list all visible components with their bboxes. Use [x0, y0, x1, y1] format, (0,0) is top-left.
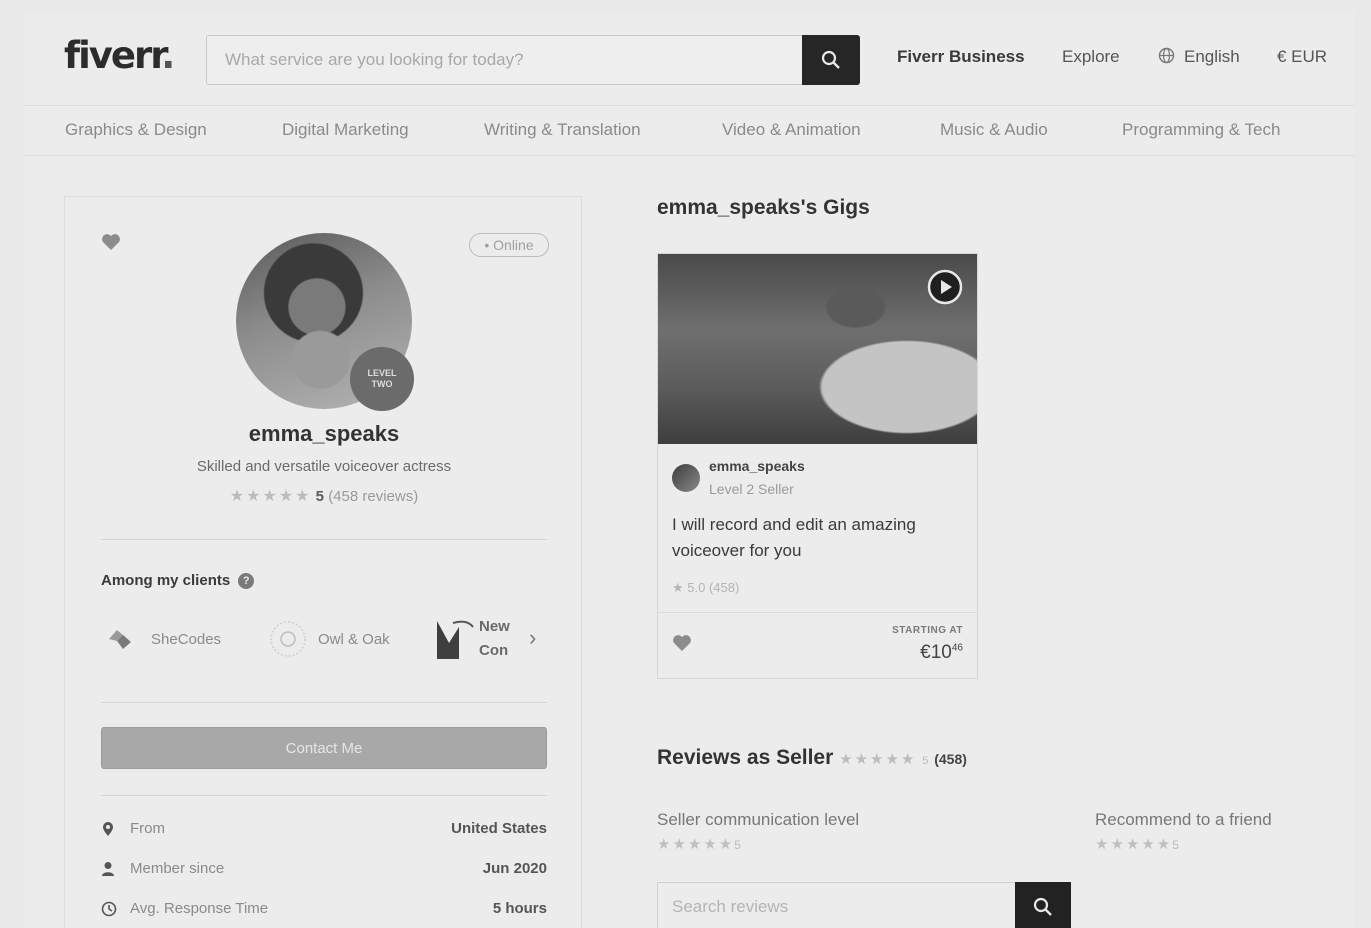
- shecodes-logo-icon: [101, 619, 141, 659]
- sub-rating-label: Recommend to a friend: [1095, 810, 1272, 829]
- search-button[interactable]: [802, 35, 860, 85]
- category-bar: Graphics & Design Digital Marketing Writ…: [24, 106, 1354, 156]
- seller-level: Level 2 Seller: [709, 481, 794, 497]
- globe-icon: [1158, 47, 1175, 64]
- rating-value: 5: [315, 488, 325, 505]
- profile-tagline: Skilled and versatile voiceover actress: [196, 458, 452, 475]
- reviews-count: (458): [934, 751, 967, 767]
- search-icon: [1033, 897, 1052, 916]
- gig-favorite-heart-icon[interactable]: [672, 634, 692, 652]
- stars-icon: ★★★★★: [657, 836, 735, 853]
- help-icon[interactable]: ?: [238, 573, 255, 589]
- reviews-rating: 5: [922, 755, 929, 767]
- reviews-stars-icon: ★★★★★: [839, 751, 917, 768]
- nav-language[interactable]: English: [1158, 47, 1240, 67]
- contact-me-button[interactable]: Contact Me: [101, 727, 547, 769]
- search-icon: [821, 50, 840, 69]
- nav-explore[interactable]: Explore: [1062, 47, 1120, 67]
- price-main: €10: [920, 642, 952, 663]
- info-value: Jun 2020: [482, 860, 547, 877]
- main-search: [206, 35, 860, 85]
- sub-rating-value: 5: [1172, 838, 1179, 852]
- client-owl-oak: Owl & Oak: [268, 615, 390, 663]
- online-status-badge: • Online: [469, 233, 549, 257]
- favorite-heart-icon[interactable]: [101, 233, 121, 251]
- profile-username[interactable]: emma_speaks: [65, 421, 583, 447]
- level-badge-line1: LEVEL: [367, 368, 397, 378]
- sub-rating-stars: ★★★★★5: [657, 835, 741, 853]
- clock-icon: [101, 901, 117, 917]
- reviews-search: [657, 882, 1071, 928]
- seller-avatar: [672, 464, 700, 492]
- divider: [101, 539, 547, 540]
- stars-icon: ★★★★★: [1095, 836, 1173, 853]
- clients-title-text: Among my clients: [101, 572, 231, 589]
- new-con-logo-icon: [435, 619, 475, 659]
- gig-thumbnail[interactable]: [658, 254, 977, 444]
- divider: [101, 702, 547, 703]
- info-row-member-since: Member since Jun 2020: [101, 860, 547, 882]
- page-frame: fiverr. Fiverr Business Explore English …: [24, 12, 1354, 928]
- info-label: Member since: [130, 860, 225, 877]
- profile-card: • Online LEVEL TWO emma_speaks Skilled a…: [64, 196, 582, 928]
- client-name: New Con: [479, 618, 510, 659]
- rating-stars-icon: ★★★★★: [229, 488, 312, 505]
- fiverr-logo[interactable]: fiverr.: [64, 34, 175, 77]
- info-value: 5 hours: [492, 900, 547, 917]
- category-digital-marketing[interactable]: Digital Marketing: [282, 120, 409, 140]
- category-music-audio[interactable]: Music & Audio: [940, 120, 1048, 140]
- profile-rating: ★★★★★ 5 (458 reviews): [65, 486, 583, 506]
- starting-at-label: STARTING AT: [892, 625, 963, 636]
- gig-price: €1046: [920, 642, 963, 664]
- reviews-header: Reviews as Seller ★★★★★ 5 (458): [657, 746, 967, 770]
- gig-card[interactable]: emma_speaks Level 2 Seller I will record…: [657, 253, 978, 679]
- client-new-con: New Con: [435, 615, 517, 663]
- category-graphics-design[interactable]: Graphics & Design: [65, 120, 207, 140]
- info-value: United States: [451, 820, 547, 837]
- play-video-icon[interactable]: [926, 268, 964, 306]
- nav-language-label: English: [1184, 47, 1240, 66]
- nav-currency[interactable]: € EUR: [1277, 47, 1327, 67]
- seller-name[interactable]: emma_speaks: [709, 458, 805, 474]
- location-pin-icon: [103, 822, 113, 836]
- gig-title-link[interactable]: I will record and edit an amazing voiceo…: [672, 512, 968, 564]
- reviews-search-input[interactable]: [658, 883, 1016, 928]
- category-writing-translation[interactable]: Writing & Translation: [484, 120, 641, 140]
- category-programming-tech[interactable]: Programming & Tech: [1122, 120, 1280, 140]
- info-label: Avg. Response Time: [130, 900, 269, 917]
- client-name: SheCodes: [151, 630, 222, 648]
- nav-fiverr-business[interactable]: Fiverr Business: [897, 47, 1025, 67]
- gigs-title: emma_speaks's Gigs: [657, 196, 870, 219]
- reviews-search-button[interactable]: [1015, 882, 1071, 928]
- divider: [101, 795, 547, 796]
- info-row-response-time: Avg. Response Time 5 hours: [101, 900, 547, 922]
- logo-text: fiverr: [64, 34, 163, 77]
- level-badge: LEVEL TWO: [350, 347, 414, 411]
- sub-rating-label: Seller communication level: [657, 810, 860, 829]
- review-count[interactable]: (458 reviews): [328, 488, 418, 505]
- chevron-right-icon[interactable]: ›: [529, 625, 536, 651]
- sub-rating-value: 5: [734, 838, 741, 852]
- logo-dot: .: [161, 34, 175, 77]
- gig-rating: ★ 5.0 (458): [672, 580, 740, 595]
- sub-rating-stars: ★★★★★5: [1095, 835, 1179, 853]
- info-row-from: From United States: [101, 820, 547, 842]
- reviews-title: Reviews as Seller: [657, 746, 834, 769]
- search-input[interactable]: [207, 36, 803, 84]
- client-shecodes: SheCodes: [101, 615, 221, 663]
- price-cents: 46: [951, 642, 963, 654]
- level-badge-line2: TWO: [371, 379, 393, 389]
- category-video-animation[interactable]: Video & Animation: [722, 120, 861, 140]
- client-name: Owl & Oak: [318, 630, 390, 648]
- top-header: fiverr. Fiverr Business Explore English …: [24, 12, 1354, 106]
- divider: [658, 612, 977, 613]
- info-label: From: [130, 820, 165, 837]
- clients-title: Among my clients?: [101, 572, 255, 589]
- user-icon: [102, 862, 114, 876]
- owl-oak-logo-icon: [268, 619, 308, 659]
